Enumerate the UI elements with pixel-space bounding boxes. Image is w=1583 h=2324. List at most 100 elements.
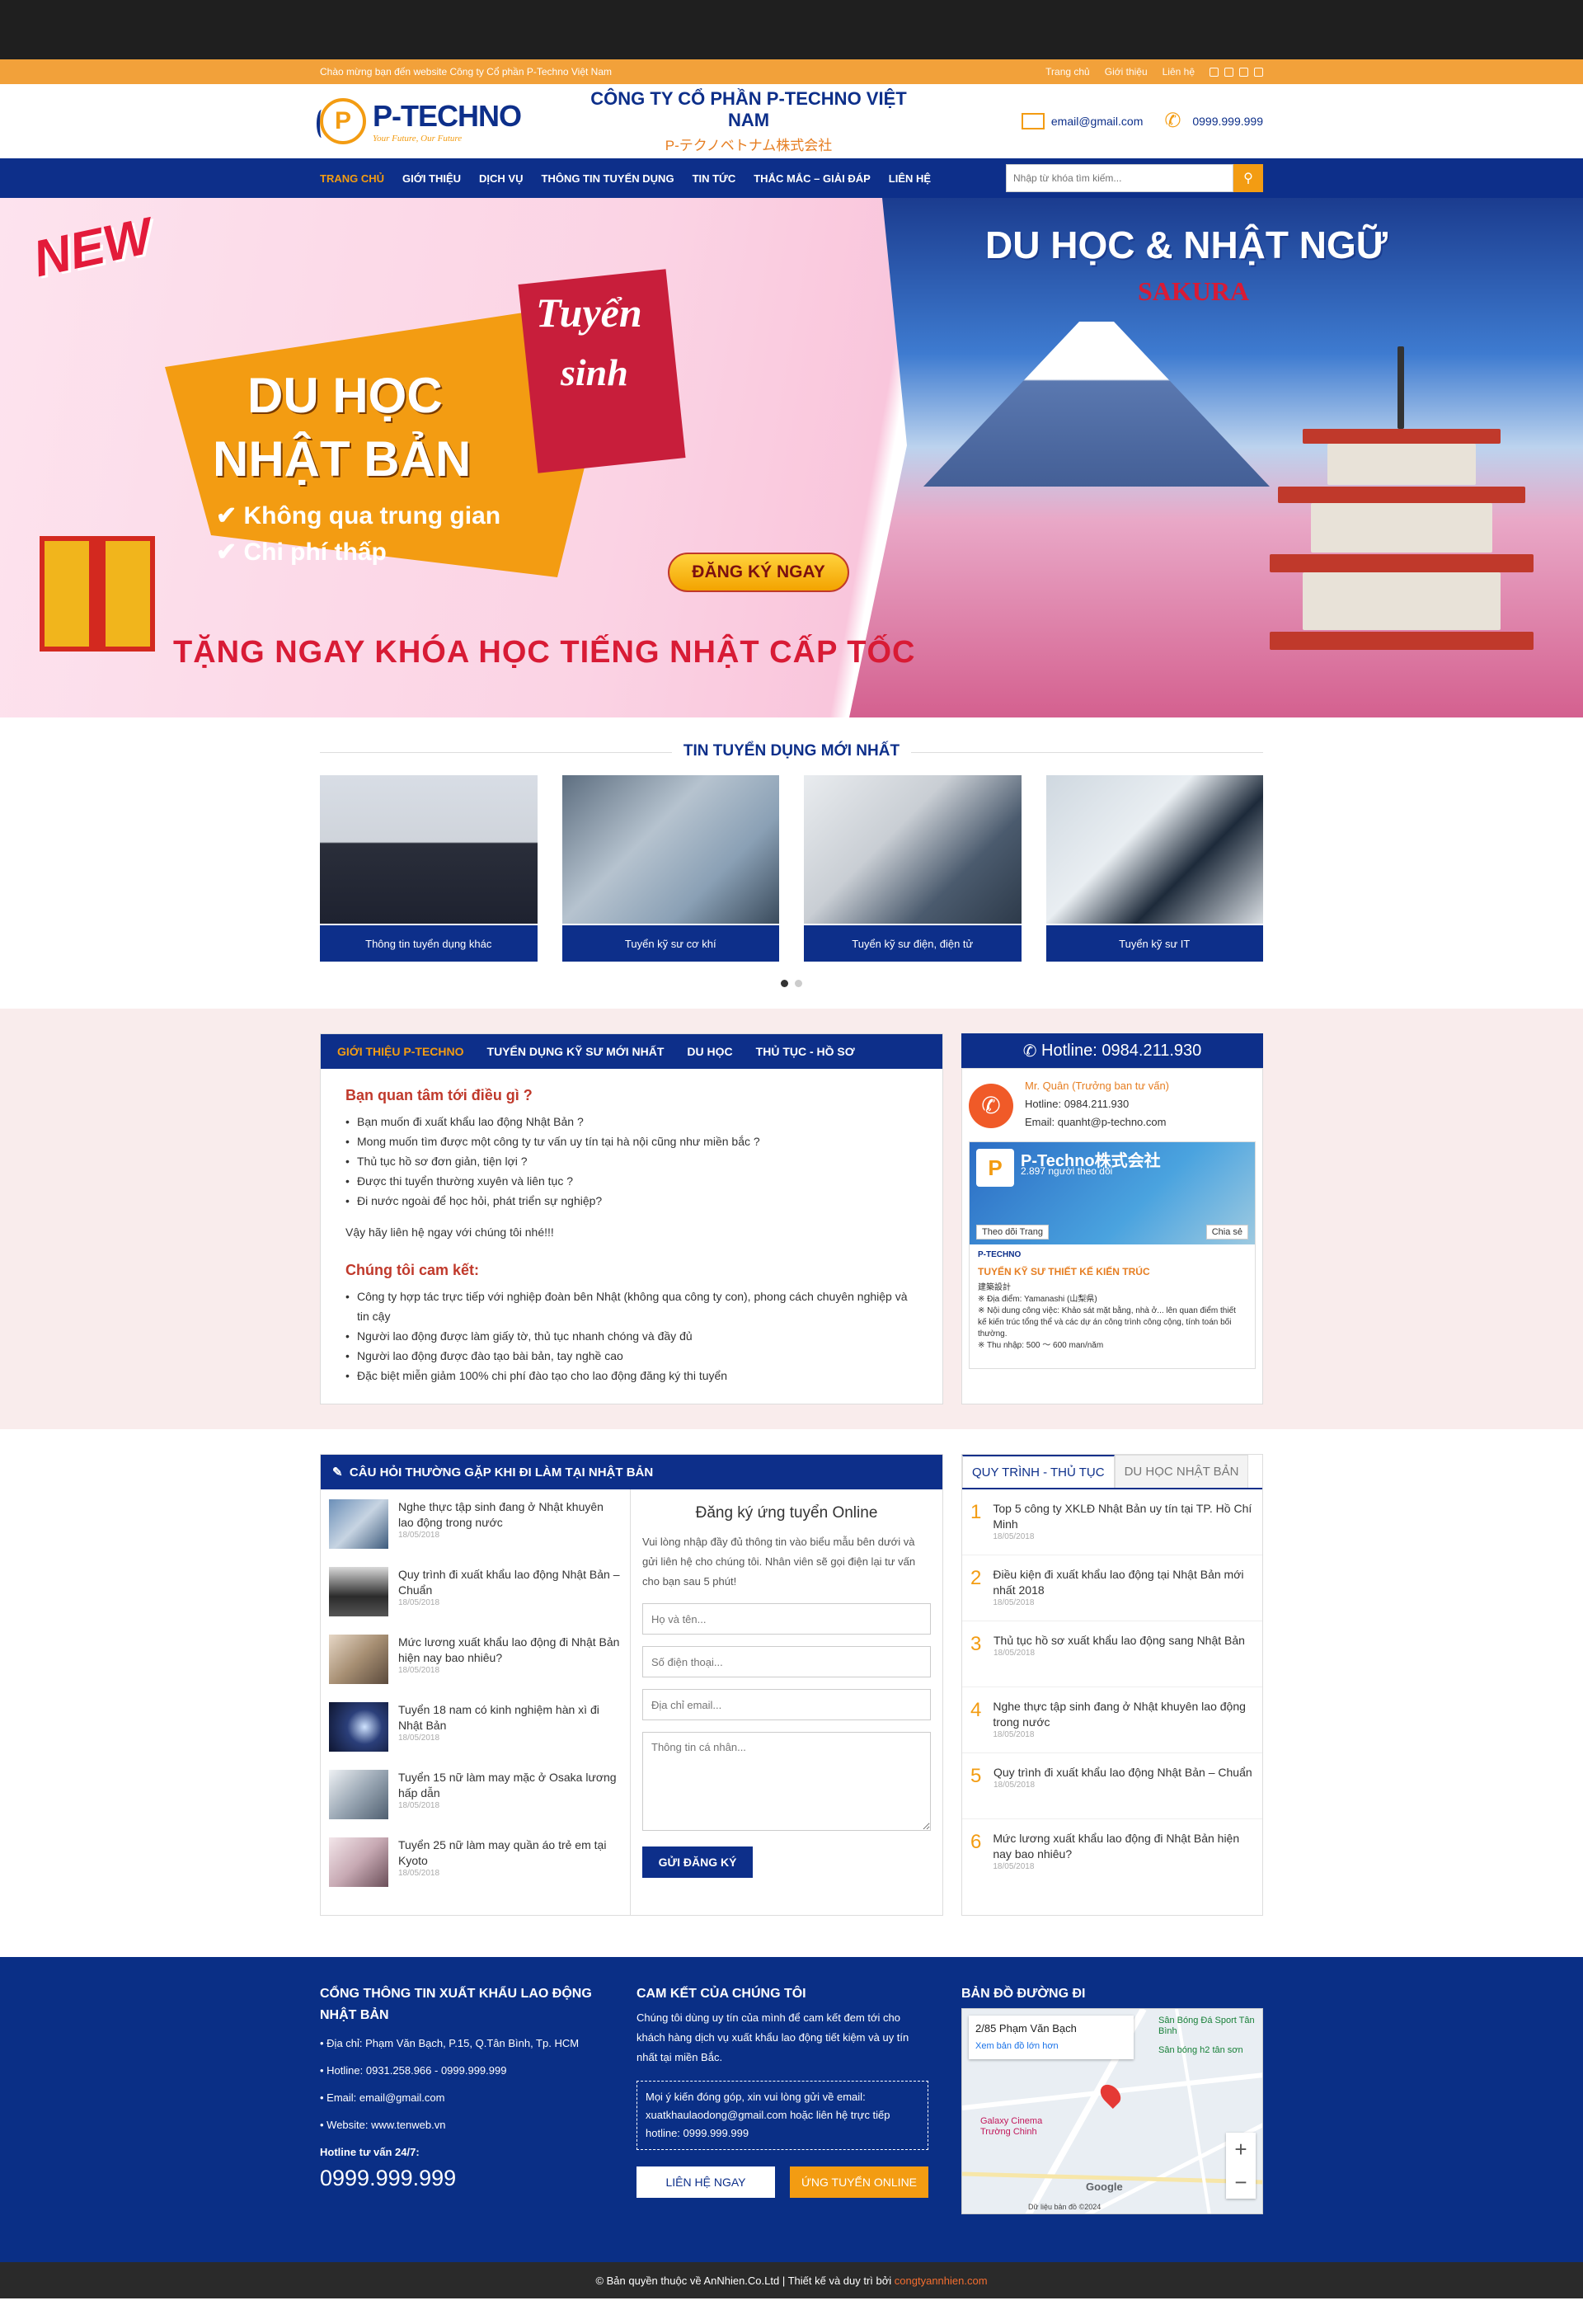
- facebook-cover[interactable]: P P-Techno株式会社 2.897 người theo dõi Theo…: [970, 1142, 1255, 1244]
- question-item: Được thi tuyển thường xuyên và liên tục …: [345, 1171, 918, 1191]
- site-logo[interactable]: P P-TECHNO Your Future, Our Future: [317, 98, 575, 144]
- phone-field[interactable]: [642, 1646, 931, 1677]
- advisor-phone[interactable]: Hotline: 0984.211.930: [1025, 1095, 1169, 1113]
- nav-contact[interactable]: LIÊN HỆ: [889, 172, 931, 185]
- procedure-title[interactable]: Top 5 công ty XKLĐ Nhật Bản uy tín tại T…: [993, 1501, 1256, 1532]
- personal-info-field[interactable]: [642, 1732, 931, 1831]
- header-email[interactable]: email@gmail.com: [1021, 113, 1143, 129]
- faq-item-title[interactable]: Tuyển 25 nữ làm may quần áo trẻ em tại K…: [398, 1837, 622, 1869]
- procedure-title[interactable]: Mức lương xuất khẩu lao động đi Nhật Bản…: [993, 1831, 1256, 1862]
- procedure-number: 1: [970, 1501, 982, 1523]
- map-address: 2/85 Phạm Văn Bạch: [975, 2022, 1077, 2035]
- faq-item-title[interactable]: Tuyển 15 nữ làm may mặc ở Osaka lương hấ…: [398, 1770, 622, 1801]
- faq-item-title[interactable]: Tuyển 18 nam có kinh nghiệm hàn xì đi Nh…: [398, 1702, 622, 1734]
- mail-icon[interactable]: [1254, 67, 1263, 77]
- hero-banner[interactable]: NEW DU HỌC NHẬT BẢN ✔ Không qua trung gi…: [0, 198, 1583, 717]
- footer-commit-column: CAM KẾT CỦA CHÚNG TÔI Chúng tôi dùng uy …: [636, 1983, 928, 2214]
- advisor-phone-icon[interactable]: ✆: [969, 1084, 1013, 1128]
- tab-intro[interactable]: GIỚI THIỆU P-TECHNO: [337, 1045, 464, 1058]
- banner-sinh: sinh: [561, 351, 628, 393]
- procedure-title[interactable]: Quy trình đi xuất khẩu lao động Nhật Bản…: [993, 1765, 1252, 1781]
- procedure-item[interactable]: 1 Top 5 công ty XKLĐ Nhật Bản uy tín tại …: [962, 1489, 1262, 1555]
- job-card[interactable]: Tuyển kỹ sư cơ khí: [561, 775, 779, 963]
- submit-application-button[interactable]: GỬI ĐĂNG KÝ: [642, 1846, 753, 1878]
- procedure-date: 18/05/2018: [993, 1781, 1036, 1790]
- copyright-link[interactable]: congtyannhien.com: [895, 2275, 988, 2287]
- faq-item-title[interactable]: Nghe thực tập sinh đang ở Nhật khuyên la…: [398, 1499, 622, 1531]
- facebook-page-widget: P P-Techno株式会社 2.897 người theo dõi Theo…: [969, 1141, 1256, 1369]
- email-field[interactable]: [642, 1689, 931, 1720]
- faq-item[interactable]: Mức lương xuất khẩu lao động đi Nhật Bản…: [329, 1635, 622, 1686]
- question-item: Thủ tục hồ sơ đơn giản, tiện lợi ?: [345, 1151, 918, 1171]
- procedure-date: 18/05/2018: [993, 1598, 1035, 1607]
- faq-item[interactable]: Quy trình đi xuất khẩu lao động Nhật Bản…: [329, 1567, 622, 1618]
- facebook-share-button[interactable]: Chia sẻ: [1205, 1225, 1248, 1240]
- tab-study-japan[interactable]: DU HỌC NHẬT BẢN: [1114, 1455, 1249, 1488]
- map-place-label: Sân Bóng Đá Sport Tân Bình: [1158, 2016, 1255, 2036]
- twitter-icon[interactable]: [1239, 67, 1248, 77]
- tab-procedures[interactable]: THỦ TỤC - HỒ SƠ: [756, 1045, 855, 1058]
- banner-register-button[interactable]: ĐĂNG KÝ NGAY: [668, 553, 849, 592]
- intro-section: GIỚI THIỆU P-TECHNO TUYỂN DỤNG KỸ SƯ MỚI…: [0, 1009, 1583, 1429]
- search-box: ⚲: [1006, 164, 1263, 192]
- carousel-dot[interactable]: [781, 980, 788, 987]
- job-card-caption: Tuyển kỹ sư điện, điện tử: [804, 925, 1022, 962]
- logo-p-icon: P: [317, 98, 366, 144]
- tab-recruit[interactable]: TUYỂN DỤNG KỸ SƯ MỚI NHẤT: [487, 1045, 665, 1058]
- nav-services[interactable]: DỊCH VỤ: [479, 172, 523, 185]
- footer-big-phone[interactable]: 0999.999.999: [320, 2162, 604, 2195]
- map-larger-link[interactable]: Xem bản đồ lớn hơn: [975, 2041, 1059, 2051]
- instagram-icon[interactable]: [1224, 67, 1233, 77]
- top-link-about[interactable]: Giới thiệu: [1105, 66, 1148, 78]
- top-link-home[interactable]: Trang chủ: [1045, 66, 1090, 78]
- nav-faq[interactable]: THẮC MẮC – GIẢI ĐÁP: [754, 172, 871, 185]
- top-link-contact[interactable]: Liên hệ: [1163, 66, 1195, 78]
- nav-news[interactable]: TIN TỨC: [693, 172, 736, 185]
- facebook-follow-button[interactable]: Theo dõi Trang: [976, 1225, 1049, 1240]
- advisor-email[interactable]: Email: quanht@p-techno.com: [1025, 1113, 1169, 1131]
- procedure-title[interactable]: Nghe thực tập sinh đang ở Nhật khuyên la…: [993, 1699, 1256, 1730]
- search-input[interactable]: [1006, 164, 1233, 192]
- faq-item[interactable]: Nghe thực tập sinh đang ở Nhật khuyên la…: [329, 1499, 622, 1550]
- nav-recruitment[interactable]: THÔNG TIN TUYỂN DỤNG: [542, 172, 674, 185]
- procedure-item[interactable]: 2 Điều kiện đi xuất khẩu lao động tại Nhậ…: [962, 1555, 1262, 1621]
- footer-website[interactable]: • Website: www.tenweb.vn: [320, 2111, 604, 2138]
- contact-now-button[interactable]: LIÊN HỆ NGAY: [636, 2166, 775, 2198]
- faq-item[interactable]: Tuyển 18 nam có kinh nghiệm hàn xì đi Nh…: [329, 1702, 622, 1753]
- nav-about[interactable]: GIỚI THIỆU: [402, 172, 461, 185]
- procedure-item[interactable]: 4 Nghe thực tập sinh đang ở Nhật khuyên l…: [962, 1687, 1262, 1753]
- banner-new-label: NEW: [28, 207, 157, 289]
- search-button[interactable]: ⚲: [1233, 164, 1263, 192]
- job-card[interactable]: Tuyển kỹ sư IT: [1045, 775, 1263, 963]
- procedure-date: 18/05/2018: [993, 1649, 1036, 1658]
- commit-item: Công ty hợp tác trực tiếp với nghiệp đoà…: [345, 1287, 918, 1326]
- name-field[interactable]: [642, 1603, 931, 1635]
- faq-item-date: 18/05/2018: [398, 1801, 440, 1810]
- job-card[interactable]: Tuyển kỹ sư điện, điện tử: [804, 775, 1022, 963]
- facebook-icon[interactable]: [1210, 67, 1219, 77]
- procedure-title[interactable]: Thủ tục hồ sơ xuất khẩu lao động sang Nh…: [993, 1633, 1245, 1649]
- job-card[interactable]: Thông tin tuyển dụng khác: [320, 775, 538, 963]
- map-zoom-controls[interactable]: + −: [1226, 2133, 1256, 2199]
- carousel-dots: [320, 980, 1263, 987]
- nav-home[interactable]: TRANG CHỦ: [320, 172, 384, 185]
- footer-email[interactable]: • Email: email@gmail.com: [320, 2084, 604, 2111]
- tab-procedures[interactable]: QUY TRÌNH - THỦ TỤC: [962, 1455, 1115, 1488]
- site-header: P P-TECHNO Your Future, Our Future CÔNG …: [0, 84, 1583, 158]
- faq-item-title[interactable]: Mức lương xuất khẩu lao động đi Nhật Bản…: [398, 1635, 622, 1666]
- faq-item[interactable]: Tuyển 25 nữ làm may quần áo trẻ em tại K…: [329, 1837, 622, 1889]
- footer-commit-title: CAM KẾT CỦA CHÚNG TÔI: [636, 1987, 806, 2001]
- tab-study[interactable]: DU HỌC: [687, 1045, 732, 1058]
- google-map[interactable]: 2/85 Phạm Văn Bạch Xem bản đồ lớn hơn Sâ…: [961, 2008, 1263, 2214]
- faq-item[interactable]: Tuyển 15 nữ làm may mặc ở Osaka lương hấ…: [329, 1770, 622, 1821]
- procedure-item[interactable]: 6 Mức lương xuất khẩu lao động đi Nhật Bả…: [962, 1819, 1262, 1885]
- procedure-item[interactable]: 3 Thủ tục hồ sơ xuất khẩu lao động sang N…: [962, 1621, 1262, 1687]
- procedure-item[interactable]: 5 Quy trình đi xuất khẩu lao động Nhật Bả…: [962, 1753, 1262, 1819]
- apply-online-button[interactable]: ỨNG TUYỂN ONLINE: [790, 2166, 928, 2198]
- header-phone[interactable]: ✆ 0999.999.999: [1164, 111, 1263, 132]
- faq-item-title[interactable]: Quy trình đi xuất khẩu lao động Nhật Bản…: [398, 1567, 622, 1598]
- map-address-card: 2/85 Phạm Văn Bạch Xem bản đồ lớn hơn: [969, 2016, 1134, 2059]
- procedure-title[interactable]: Điều kiện đi xuất khẩu lao động tại Nhật…: [993, 1567, 1256, 1598]
- jobs-section-title: TIN TUYỂN DỤNG MỚI NHẤT: [320, 742, 1263, 760]
- carousel-dot[interactable]: [795, 980, 802, 987]
